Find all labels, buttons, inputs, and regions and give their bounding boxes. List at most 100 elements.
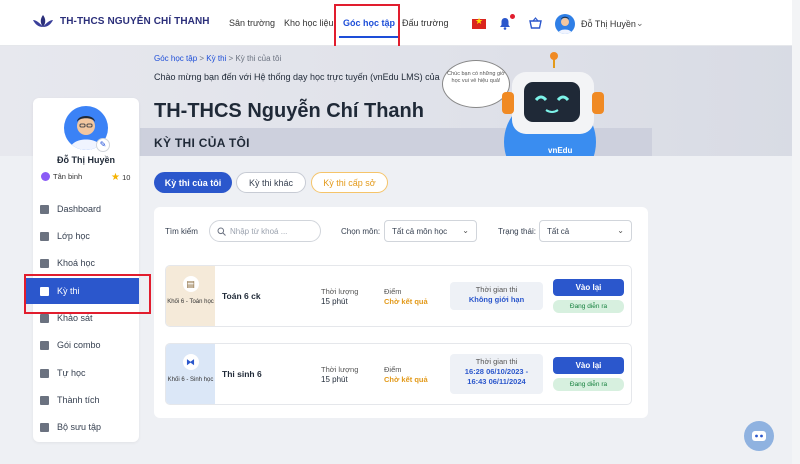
sidebar-item-label: Tự học bbox=[57, 368, 86, 378]
basket-icon[interactable] bbox=[529, 17, 542, 29]
status-label: Trạng thái: bbox=[498, 227, 536, 236]
status-badge: Đang diễn ra bbox=[553, 378, 624, 391]
tab-ky-thi-khac[interactable]: Kỳ thi khác bbox=[236, 172, 306, 193]
sidebar-item-label: Gói combo bbox=[57, 340, 101, 350]
score-value: Chờ kết quả bbox=[384, 297, 428, 306]
score-value: Chờ kết quả bbox=[384, 375, 428, 384]
sidebar-item-thanh-tich[interactable]: Thành tích bbox=[33, 387, 139, 413]
robot-label: vnEdu bbox=[548, 146, 573, 155]
exam-time-start: 16:28 06/10/2023 - bbox=[464, 367, 529, 376]
course-icon bbox=[40, 258, 49, 268]
exam-subject: Khối 6 - Sinh học bbox=[167, 377, 214, 383]
exam-name: Toán 6 ck bbox=[222, 291, 261, 301]
section-title: KỲ THI CỦA TÔI bbox=[154, 136, 250, 150]
tab-ky-thi-cap-so[interactable]: Kỳ thi cấp sở bbox=[311, 172, 388, 193]
rank-badge: Tân binh bbox=[41, 172, 82, 181]
robot-mascot-icon: vnEdu bbox=[502, 52, 604, 156]
rank-avatar-icon bbox=[41, 172, 50, 181]
avatar[interactable] bbox=[555, 14, 575, 34]
re-enter-button[interactable]: Vào lại bbox=[553, 357, 624, 374]
top-navbar: TH-THCS NGUYỄN CHÍ THANH Sân trường Kho … bbox=[0, 0, 800, 46]
vietnam-flag-icon[interactable] bbox=[472, 16, 486, 29]
sidebar-item-label: Thành tích bbox=[57, 395, 100, 405]
breadcrumb-ky-thi[interactable]: Kỳ thi bbox=[206, 54, 226, 63]
exam-time: Thời gian thi 16:28 06/10/2023 - 16:43 0… bbox=[450, 354, 543, 394]
self-study-icon bbox=[40, 368, 49, 378]
star-count: ★ 10 bbox=[111, 172, 130, 183]
search-icon bbox=[217, 227, 226, 236]
edit-avatar-icon[interactable]: ✎ bbox=[96, 138, 110, 152]
scrollbar[interactable] bbox=[792, 0, 800, 464]
sidebar-item-tu-hoc[interactable]: Tự học bbox=[33, 360, 139, 386]
subject-select[interactable]: Tất cả môn học ⌄ bbox=[384, 220, 477, 242]
duration-label: Thời lượng bbox=[321, 287, 359, 296]
score-label: Điểm bbox=[384, 287, 402, 296]
exam-thumbnail: ▤ Khối 6 - Toán học bbox=[166, 266, 215, 326]
dna-icon: ⧓ bbox=[182, 354, 199, 370]
welcome-text: Chào mừng bạn đến với Hệ thống dạy học t… bbox=[154, 72, 440, 82]
subject-select-value: Tất cả môn học bbox=[392, 226, 448, 236]
breadcrumb-goc-hoc-tap[interactable]: Góc học tập bbox=[154, 54, 197, 63]
sidebar-item-label: Khoá học bbox=[57, 258, 96, 268]
notification-dot bbox=[510, 14, 515, 19]
sidebar-item-khoa-hoc[interactable]: Khoá học bbox=[33, 250, 139, 276]
page-title: TH-THCS Nguyễn Chí Thanh bbox=[154, 100, 424, 122]
status-select-value: Tất cả bbox=[547, 226, 570, 236]
exam-time-label: Thời gian thi bbox=[475, 285, 518, 294]
subject-label: Chọn môn: bbox=[341, 227, 381, 236]
survey-icon bbox=[40, 313, 49, 323]
search-placeholder: Nhập từ khoá ... bbox=[230, 226, 288, 236]
exam-card: ▤ Khối 6 - Toán học Toán 6 ck Thời lượng… bbox=[165, 265, 632, 327]
school-name-logo: TH-THCS NGUYỄN CHÍ THANH bbox=[60, 15, 210, 27]
status-select[interactable]: Tất cả ⌄ bbox=[539, 220, 632, 242]
exam-subject: Khối 6 - Toán học bbox=[167, 299, 214, 305]
exam-thumbnail: ⧓ Khối 6 - Sinh học bbox=[166, 344, 215, 404]
breadcrumb-current: Kỳ thi của tôi bbox=[235, 54, 282, 63]
chevron-down-icon: ⌄ bbox=[617, 226, 624, 235]
nav-kho-hoc-lieu[interactable]: Kho học liệu bbox=[284, 0, 334, 46]
breadcrumb: Góc học tập > Kỳ thi > Kỳ thi của tôi bbox=[154, 54, 281, 63]
breadcrumb-separator: > bbox=[228, 54, 234, 63]
re-enter-button[interactable]: Vào lại bbox=[553, 279, 624, 296]
rank-label: Tân binh bbox=[53, 172, 83, 181]
exam-name: Thi sinh 6 bbox=[222, 369, 262, 379]
chevron-down-icon: ⌄ bbox=[462, 226, 469, 235]
chevron-down-icon[interactable]: ⌄ bbox=[636, 18, 644, 29]
exam-card: ⧓ Khối 6 - Sinh học Thi sinh 6 Thời lượn… bbox=[165, 343, 632, 405]
sidebar-item-dashboard[interactable]: Dashboard bbox=[33, 196, 139, 222]
lotus-logo-icon bbox=[33, 15, 53, 27]
nav-dau-truong[interactable]: Đấu trường bbox=[402, 0, 448, 46]
sidebar-item-bo-suu-tap[interactable]: Bộ sưu tập bbox=[33, 414, 139, 440]
user-avatar-icon bbox=[558, 16, 572, 34]
nav-san-truong[interactable]: Sân trường bbox=[229, 0, 275, 46]
tab-ky-thi-cua-toi[interactable]: Kỳ thi của tôi bbox=[154, 172, 232, 193]
sidebar-item-label: Dashboard bbox=[57, 204, 102, 214]
breadcrumb-separator: > bbox=[199, 54, 205, 63]
exam-time-label: Thời gian thi bbox=[475, 357, 518, 366]
collection-icon bbox=[40, 422, 49, 432]
combo-icon bbox=[40, 340, 49, 350]
chatbot-icon bbox=[752, 431, 766, 441]
exam-time-value: Không giới hạn bbox=[468, 295, 525, 304]
bell-icon[interactable] bbox=[499, 17, 511, 30]
exam-time: Thời gian thi Không giới hạn bbox=[450, 282, 543, 310]
star-count-value: 10 bbox=[122, 173, 131, 182]
score-label: Điểm bbox=[384, 365, 402, 374]
classroom-icon bbox=[40, 231, 49, 241]
sidebar-item-label: Khảo sát bbox=[57, 313, 93, 323]
duration-value: 15 phút bbox=[321, 375, 348, 384]
star-icon: ★ bbox=[111, 172, 120, 183]
user-name[interactable]: Đỗ Thị Huyền bbox=[581, 19, 636, 29]
sidebar-item-lop-hoc[interactable]: Lớp học bbox=[33, 223, 139, 249]
sidebar-item-goi-combo[interactable]: Gói combo bbox=[33, 332, 139, 358]
sidebar: ✎ Đỗ Thị Huyền Tân binh ★ 10 Dashboard L… bbox=[26, 98, 139, 442]
chatbot-button[interactable] bbox=[744, 421, 774, 451]
achievement-icon bbox=[40, 395, 49, 405]
highlight-box-menu bbox=[24, 274, 151, 314]
search-input[interactable]: Nhập từ khoá ... bbox=[209, 220, 321, 242]
school-logo[interactable]: TH-THCS NGUYỄN CHÍ THANH bbox=[32, 14, 210, 28]
status-badge: Đang diễn ra bbox=[553, 300, 624, 313]
profile-name: Đỗ Thị Huyền bbox=[57, 155, 115, 165]
duration-label: Thời lượng bbox=[321, 365, 359, 374]
exam-time-end: 16:43 06/11/2024 bbox=[467, 377, 526, 386]
